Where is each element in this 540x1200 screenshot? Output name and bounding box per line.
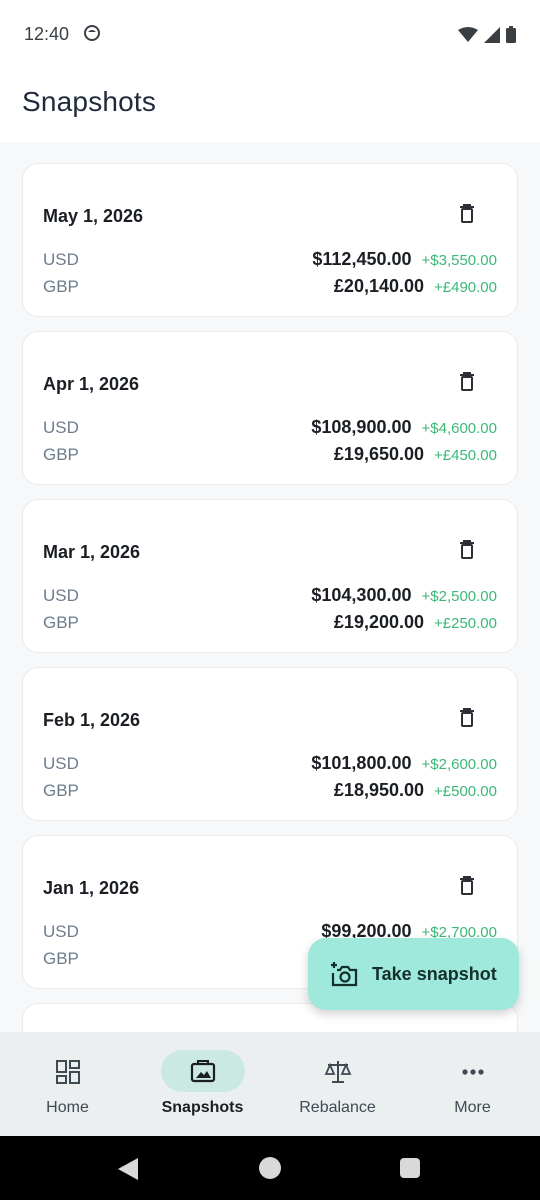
amount-value: $112,450.00 (312, 249, 412, 269)
snapshot-card[interactable]: Apr 1, 2026 USD $108,900.00 +$4,600.00 G… (22, 331, 518, 485)
system-navigation-bar (0, 1136, 540, 1200)
nav-item-rebalance[interactable]: Rebalance (270, 1032, 405, 1136)
amount-delta: +$4,600.00 (421, 420, 498, 437)
amount-value: $104,300.00 (311, 585, 412, 605)
amount-delta: +$2,500.00 (421, 588, 498, 605)
add-a-photo-icon (331, 962, 358, 987)
snapshot-date: Jan 1, 2026 (43, 878, 140, 898)
amount-row: $112,450.00 +$3,550.00 (312, 249, 497, 270)
amount-delta: +£250.00 (434, 615, 497, 632)
scale-icon (324, 1061, 351, 1083)
nav-label-home: Home (46, 1099, 89, 1116)
battery-icon (506, 26, 516, 43)
currency-label: USD (43, 250, 79, 269)
delete-icon[interactable] (455, 370, 479, 394)
snapshot-date: May 1, 2026 (43, 206, 144, 226)
status-bar: 12:40 (0, 0, 540, 70)
more-horiz-icon (461, 1069, 484, 1075)
currency-label: GBP (43, 445, 79, 464)
amount-row: $104,300.00 +$2,500.00 (311, 585, 497, 606)
amount-row: £19,650.00 +£450.00 (334, 444, 497, 465)
status-icons (458, 26, 516, 43)
take-snapshot-label: Take snapshot (372, 963, 497, 984)
nav-label-snapshots: Snapshots (161, 1099, 244, 1116)
snapshot-date: Apr 1, 2026 (43, 374, 140, 394)
snapshot-card[interactable]: Mar 1, 2026 USD $104,300.00 +$2,500.00 G… (22, 499, 518, 653)
amount-value: £20,140.00 (333, 276, 425, 296)
dashboard-icon (55, 1060, 80, 1084)
nav-label-more: More (454, 1099, 491, 1116)
snapshot-card[interactable]: May 1, 2026 USD $112,450.00 +$3,550.00 G… (22, 163, 518, 317)
nav-label-rebalance: Rebalance (299, 1099, 376, 1116)
amount-value: $101,800.00 (311, 753, 412, 773)
amount-row: £19,200.00 +£250.00 (334, 612, 497, 633)
recents-button[interactable] (400, 1158, 420, 1178)
currency-label: GBP (43, 613, 79, 632)
amount-delta: +$3,550.00 (421, 252, 498, 269)
amount-delta: +£500.00 (434, 783, 497, 800)
currency-label: GBP (43, 781, 79, 800)
sync-icon (84, 25, 100, 41)
snapshot-date: Feb 1, 2026 (43, 710, 141, 730)
amount-value: £19,650.00 (333, 444, 425, 464)
currency-label: GBP (43, 277, 79, 296)
currency-label: GBP (43, 949, 79, 968)
amount-value: $108,900.00 (311, 417, 412, 437)
snapshot-list[interactable]: May 1, 2026 USD $112,450.00 +$3,550.00 G… (0, 142, 540, 1032)
amount-row: £18,950.00 +£500.00 (334, 780, 497, 801)
snapshot-date: Mar 1, 2026 (43, 542, 141, 562)
bottom-navigation: Home Snapshots Rebalance More (0, 1032, 540, 1136)
nav-item-snapshots[interactable]: Snapshots (135, 1032, 270, 1136)
delete-icon[interactable] (455, 874, 479, 898)
delete-icon[interactable] (455, 706, 479, 730)
amount-delta: +£450.00 (434, 447, 497, 464)
amount-delta: +£490.00 (434, 279, 497, 296)
amount-value: £19,200.00 (333, 612, 425, 632)
wifi-icon (458, 26, 478, 42)
currency-label: USD (43, 586, 79, 605)
currency-label: USD (43, 418, 79, 437)
currency-label: USD (43, 922, 79, 941)
status-time: 12:40 (24, 24, 70, 44)
nav-item-home[interactable]: Home (0, 1032, 135, 1136)
home-button[interactable] (259, 1157, 281, 1179)
amount-row: $108,900.00 +$4,600.00 (311, 417, 497, 438)
amount-row: $101,800.00 +$2,600.00 (311, 753, 497, 774)
amount-delta: +$2,600.00 (421, 756, 498, 773)
amount-value: £18,950.00 (333, 780, 425, 800)
photo-album-icon (190, 1060, 215, 1083)
signal-icon (484, 26, 500, 43)
amount-row: £20,140.00 +£490.00 (334, 276, 497, 297)
delete-icon[interactable] (455, 202, 479, 226)
back-icon[interactable] (118, 1158, 138, 1180)
delete-icon[interactable] (455, 538, 479, 562)
currency-label: USD (43, 754, 79, 773)
app-header: Snapshots (0, 70, 540, 142)
snapshot-card[interactable]: Feb 1, 2026 USD $101,800.00 +$2,600.00 G… (22, 667, 518, 821)
take-snapshot-button[interactable]: Take snapshot (308, 938, 519, 1010)
nav-item-more[interactable]: More (405, 1032, 540, 1136)
page-title: Snapshots (22, 86, 157, 117)
